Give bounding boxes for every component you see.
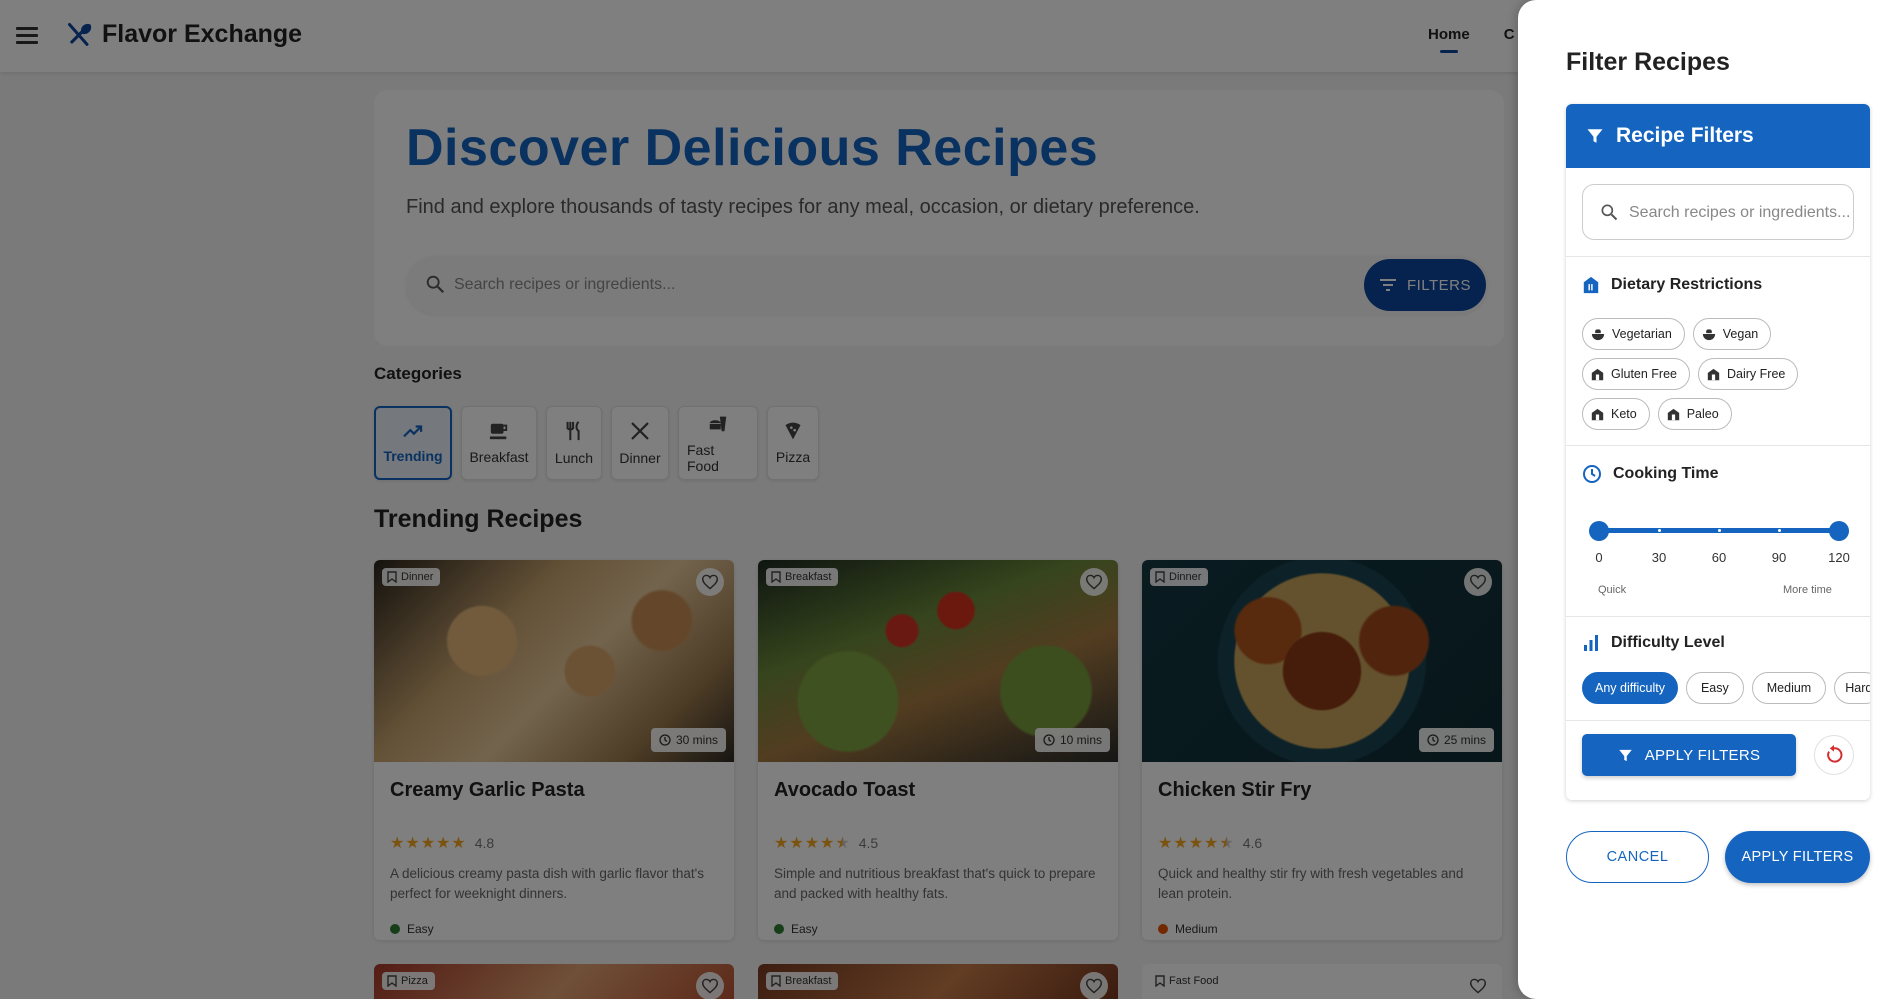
chip-medium[interactable]: Medium (1751, 672, 1827, 704)
restaurant-icon (1583, 276, 1599, 294)
chip-label: Dairy Free (1727, 367, 1786, 381)
chip-label: Medium (1766, 681, 1812, 695)
chip-gluten-free[interactable]: Gluten Free (1582, 358, 1691, 390)
slider-mark (1658, 529, 1661, 532)
reset-filters-button[interactable] (1814, 735, 1854, 775)
chip-label: Easy (1700, 681, 1729, 695)
filter-search-field[interactable]: Search recipes or ingredients... (1582, 184, 1854, 240)
difficulty-chips: Any difficulty Easy Medium Hard (1582, 672, 1870, 704)
slider-mark (1778, 529, 1781, 532)
chip-label: Keto (1611, 407, 1637, 421)
chip-dairy-free[interactable]: Dairy Free (1698, 358, 1799, 390)
slider-tick-label: 60 (1711, 550, 1727, 565)
difficulty-heading: Difficulty Level (1582, 634, 1725, 652)
chip-label: Paleo (1686, 407, 1719, 421)
panel-header: Recipe Filters (1566, 104, 1870, 168)
recipe-filters-panel: Recipe Filters Search recipes or ingredi… (1566, 104, 1870, 800)
slider-thumb-min[interactable] (1589, 521, 1609, 541)
cooking-time-heading: Cooking Time (1582, 464, 1719, 484)
slider-thumb-max[interactable] (1829, 521, 1849, 541)
chip-keto[interactable]: Keto (1582, 398, 1650, 430)
panel-title: Recipe Filters (1616, 124, 1754, 147)
chip-easy[interactable]: Easy (1685, 672, 1744, 704)
chip-vegan[interactable]: Vegan (1692, 318, 1772, 350)
panel-apply-filters-button[interactable]: APPLY FILTERS (1582, 734, 1796, 776)
cooking-time-slider[interactable] (1589, 521, 1849, 541)
chip-label: Hard (1845, 681, 1870, 695)
chip-vegetarian[interactable]: Vegetarian (1582, 318, 1685, 350)
drawer-title: Filter Recipes (1566, 48, 1730, 76)
divider (1566, 445, 1870, 446)
chip-any-difficulty[interactable]: Any difficulty (1582, 672, 1678, 704)
chip-label: Vegan (1722, 327, 1759, 341)
slider-mark (1718, 529, 1721, 532)
clock-icon (1583, 465, 1601, 483)
divider (1566, 616, 1870, 617)
slider-tick-label: 30 (1651, 550, 1667, 565)
slider-max-caption: More time (1783, 584, 1832, 596)
cancel-button[interactable]: CANCEL (1566, 831, 1709, 883)
store-icon (1591, 408, 1604, 420)
store-icon (1667, 408, 1679, 420)
divider (1566, 256, 1870, 257)
leaf-bowl-icon (1702, 329, 1715, 341)
store-icon (1707, 368, 1720, 380)
leaf-bowl-icon (1591, 329, 1605, 341)
bar-chart-icon (1584, 635, 1598, 651)
panel-apply-label: APPLY FILTERS (1644, 746, 1761, 764)
dietary-label: Dietary Restrictions (1611, 276, 1763, 293)
slider-tick-label: 0 (1595, 550, 1603, 565)
slider-tick-label: 120 (1828, 550, 1850, 565)
slider-min-caption: Quick (1598, 584, 1627, 596)
filter-search-input[interactable]: Search recipes or ingredients... (1629, 204, 1849, 222)
search-icon (1601, 204, 1618, 221)
cooking-time-label: Cooking Time (1613, 465, 1719, 482)
chip-label: Any difficulty (1595, 681, 1665, 695)
slider-tick-label: 90 (1771, 550, 1787, 565)
divider (1566, 720, 1870, 721)
dietary-heading: Dietary Restrictions (1582, 275, 1762, 295)
funnel-icon (1587, 129, 1603, 143)
chip-paleo[interactable]: Paleo (1657, 398, 1732, 430)
store-icon (1591, 368, 1604, 380)
funnel-icon (1618, 749, 1632, 761)
difficulty-label: Difficulty Level (1611, 634, 1725, 651)
reset-icon (1827, 745, 1843, 763)
chip-label: Vegetarian (1612, 327, 1672, 341)
filter-drawer: Filter Recipes Recipe Filters Search rec… (1518, 0, 1898, 999)
dietary-chips: Vegetarian Vegan Gluten Free Dairy Free … (1582, 318, 1862, 430)
chip-label: Gluten Free (1611, 367, 1678, 381)
chip-hard[interactable]: Hard (1834, 672, 1870, 704)
apply-filters-button[interactable]: APPLY FILTERS (1725, 831, 1870, 883)
